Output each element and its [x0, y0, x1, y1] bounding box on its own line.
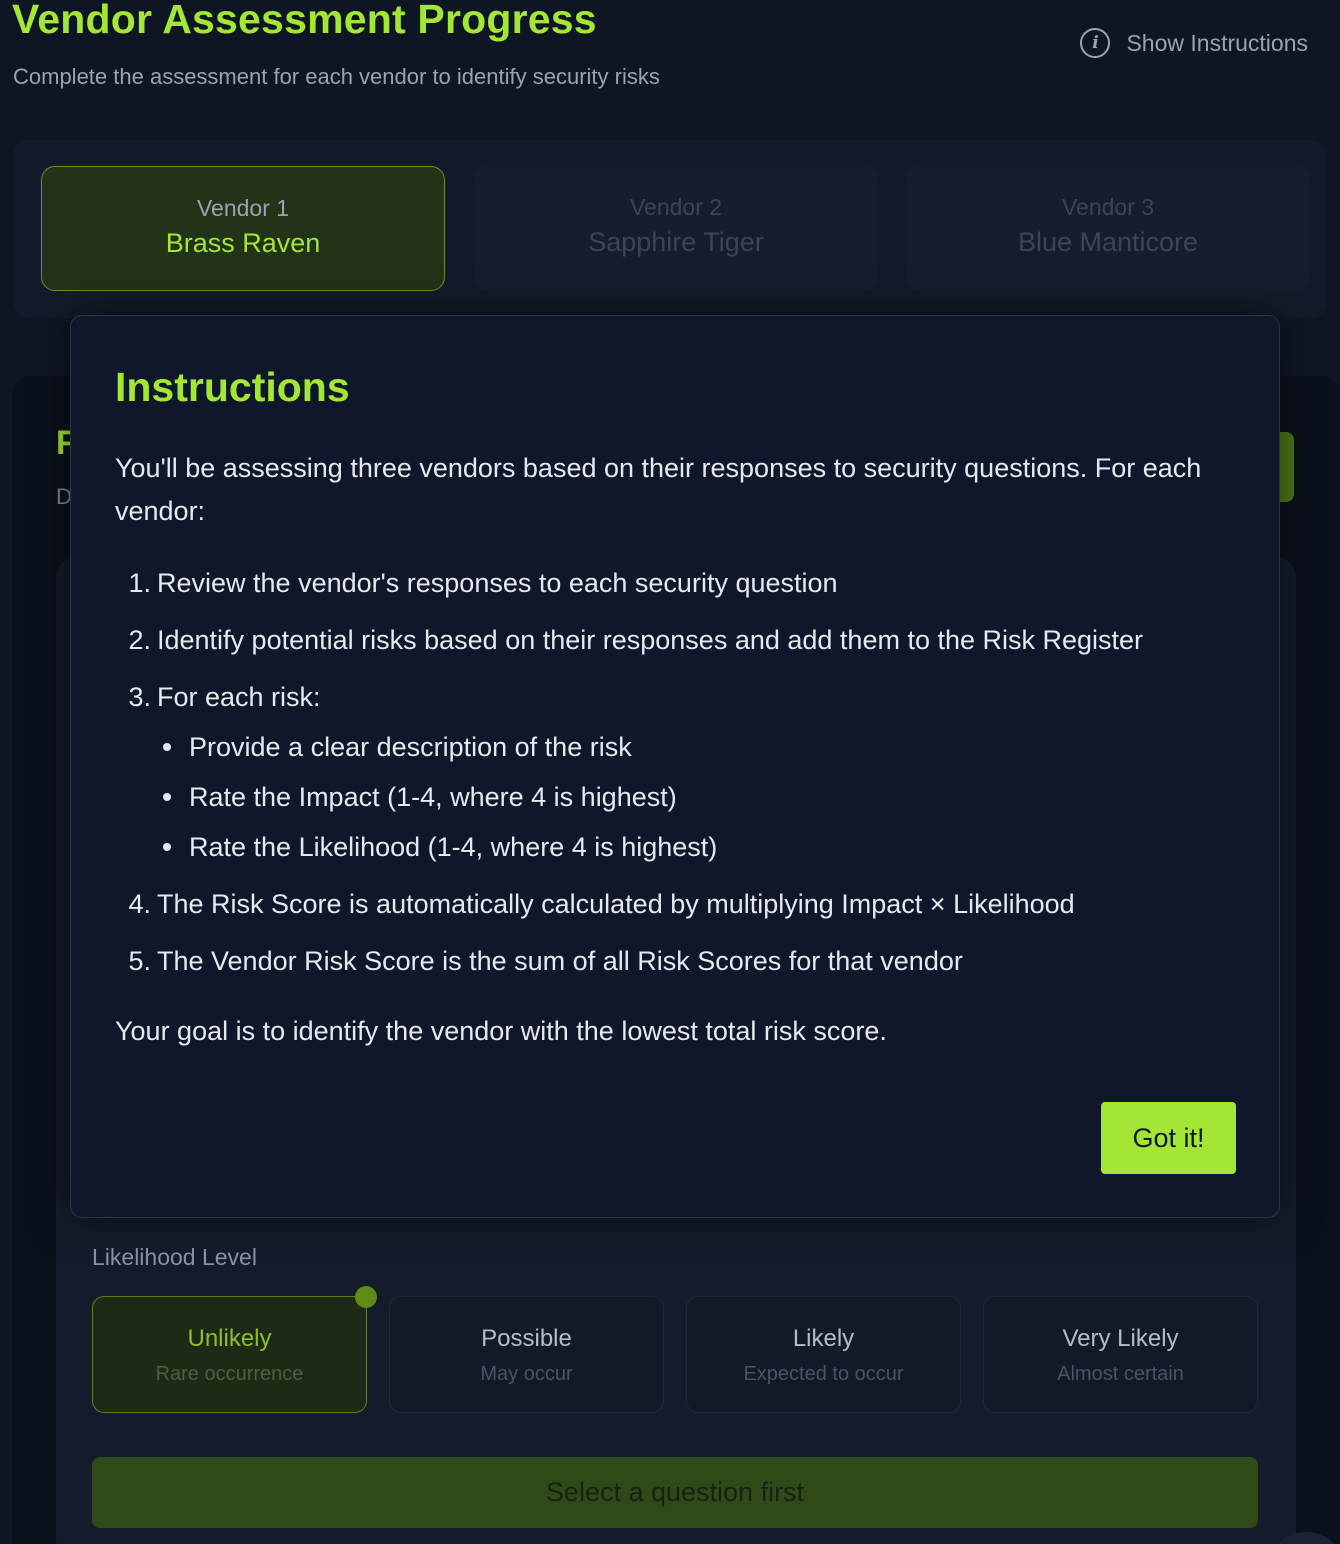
- instruction-steps: 1. Review the vendor's responses to each…: [115, 566, 1245, 1001]
- vendor-name: Blue Manticore: [1017, 227, 1199, 257]
- step-number: 3.: [128, 682, 151, 712]
- modal-title: Instructions: [115, 364, 350, 410]
- instruction-substep: Provide a clear description of the risk: [159, 730, 1245, 764]
- likelihood-option-very-likely[interactable]: Very Likely Almost certain: [983, 1296, 1258, 1413]
- step-text: The Risk Score is automatically calculat…: [157, 889, 1075, 919]
- substep-text: Rate the Impact (1-4, where 4 is highest…: [189, 782, 677, 812]
- likelihood-option-likely[interactable]: Likely Expected to occur: [686, 1296, 961, 1413]
- modal-goal: Your goal is to identify the vendor with…: [115, 1016, 887, 1046]
- instruction-step: 1. Review the vendor's responses to each…: [115, 566, 1245, 600]
- vendor-label: Vendor 2: [629, 194, 723, 220]
- likelihood-option-subtitle: Rare occurrence: [155, 1363, 304, 1385]
- instructions-modal: Instructions You'll be assessing three v…: [70, 315, 1280, 1218]
- step-text: Review the vendor's responses to each se…: [157, 568, 838, 598]
- likelihood-option-possible[interactable]: Possible May occur: [389, 1296, 664, 1413]
- selected-indicator-dot: [355, 1286, 377, 1308]
- likelihood-option-title: Possible: [481, 1325, 572, 1352]
- bullet-icon: [163, 793, 171, 801]
- vendor-name: Brass Raven: [165, 228, 321, 258]
- substep-text: Rate the Likelihood (1-4, where 4 is hig…: [189, 832, 718, 862]
- likelihood-option-title: Unlikely: [187, 1325, 272, 1352]
- page-title: Vendor Assessment Progress: [12, 0, 597, 42]
- step-text: For each risk:: [157, 682, 321, 712]
- likelihood-option-subtitle: Almost certain: [1057, 1363, 1184, 1385]
- show-instructions-button[interactable]: i Show Instructions: [1080, 28, 1308, 58]
- instruction-step: 2. Identify potential risks based on the…: [115, 623, 1245, 657]
- step-number: 5.: [128, 946, 151, 976]
- vendor-tab-1[interactable]: Vendor 1 Brass Raven: [41, 166, 445, 291]
- bullet-icon: [163, 743, 171, 751]
- instruction-step-group: 3. For each risk: Provide a clear descri…: [115, 680, 1245, 864]
- vendor-label: Vendor 1: [196, 195, 290, 221]
- instruction-substep: Rate the Likelihood (1-4, where 4 is hig…: [159, 830, 1245, 864]
- vendor-label: Vendor 3: [1061, 194, 1155, 220]
- substep-text: Provide a clear description of the risk: [189, 732, 632, 762]
- instruction-step: 4. The Risk Score is automatically calcu…: [115, 887, 1245, 921]
- instruction-substeps: Provide a clear description of the risk …: [159, 730, 1245, 864]
- info-icon: i: [1080, 28, 1111, 58]
- step-number: 4.: [128, 889, 151, 919]
- show-instructions-label: Show Instructions: [1126, 29, 1308, 56]
- vendor-tab-3[interactable]: Vendor 3 Blue Manticore: [906, 166, 1310, 291]
- likelihood-option-subtitle: Expected to occur: [743, 1363, 904, 1385]
- step-number: 1.: [128, 568, 151, 598]
- vendor-tab-2[interactable]: Vendor 2 Sapphire Tiger: [474, 166, 878, 291]
- likelihood-option-unlikely[interactable]: Unlikely Rare occurrence: [92, 1296, 367, 1413]
- bullet-icon: [163, 843, 171, 851]
- page-subtitle: Complete the assessment for each vendor …: [13, 64, 660, 89]
- step-text: The Vendor Risk Score is the sum of all …: [157, 946, 963, 976]
- likelihood-option-title: Likely: [792, 1325, 855, 1352]
- add-risk-button[interactable]: Select a question first: [92, 1457, 1258, 1528]
- instruction-substep: Rate the Impact (1-4, where 4 is highest…: [159, 780, 1245, 814]
- vendor-name: Sapphire Tiger: [588, 227, 764, 257]
- got-it-button[interactable]: Got it!: [1101, 1102, 1236, 1174]
- step-number: 2.: [128, 625, 151, 655]
- step-text: Identify potential risks based on their …: [157, 625, 1144, 655]
- likelihood-option-title: Very Likely: [1062, 1325, 1179, 1352]
- instruction-step: 5. The Vendor Risk Score is the sum of a…: [115, 944, 1245, 978]
- instruction-step: 3. For each risk:: [115, 680, 1245, 714]
- likelihood-option-subtitle: May occur: [480, 1363, 573, 1385]
- likelihood-label: Likelihood Level: [92, 1244, 257, 1270]
- modal-intro: You'll be assessing three vendors based …: [115, 453, 1202, 526]
